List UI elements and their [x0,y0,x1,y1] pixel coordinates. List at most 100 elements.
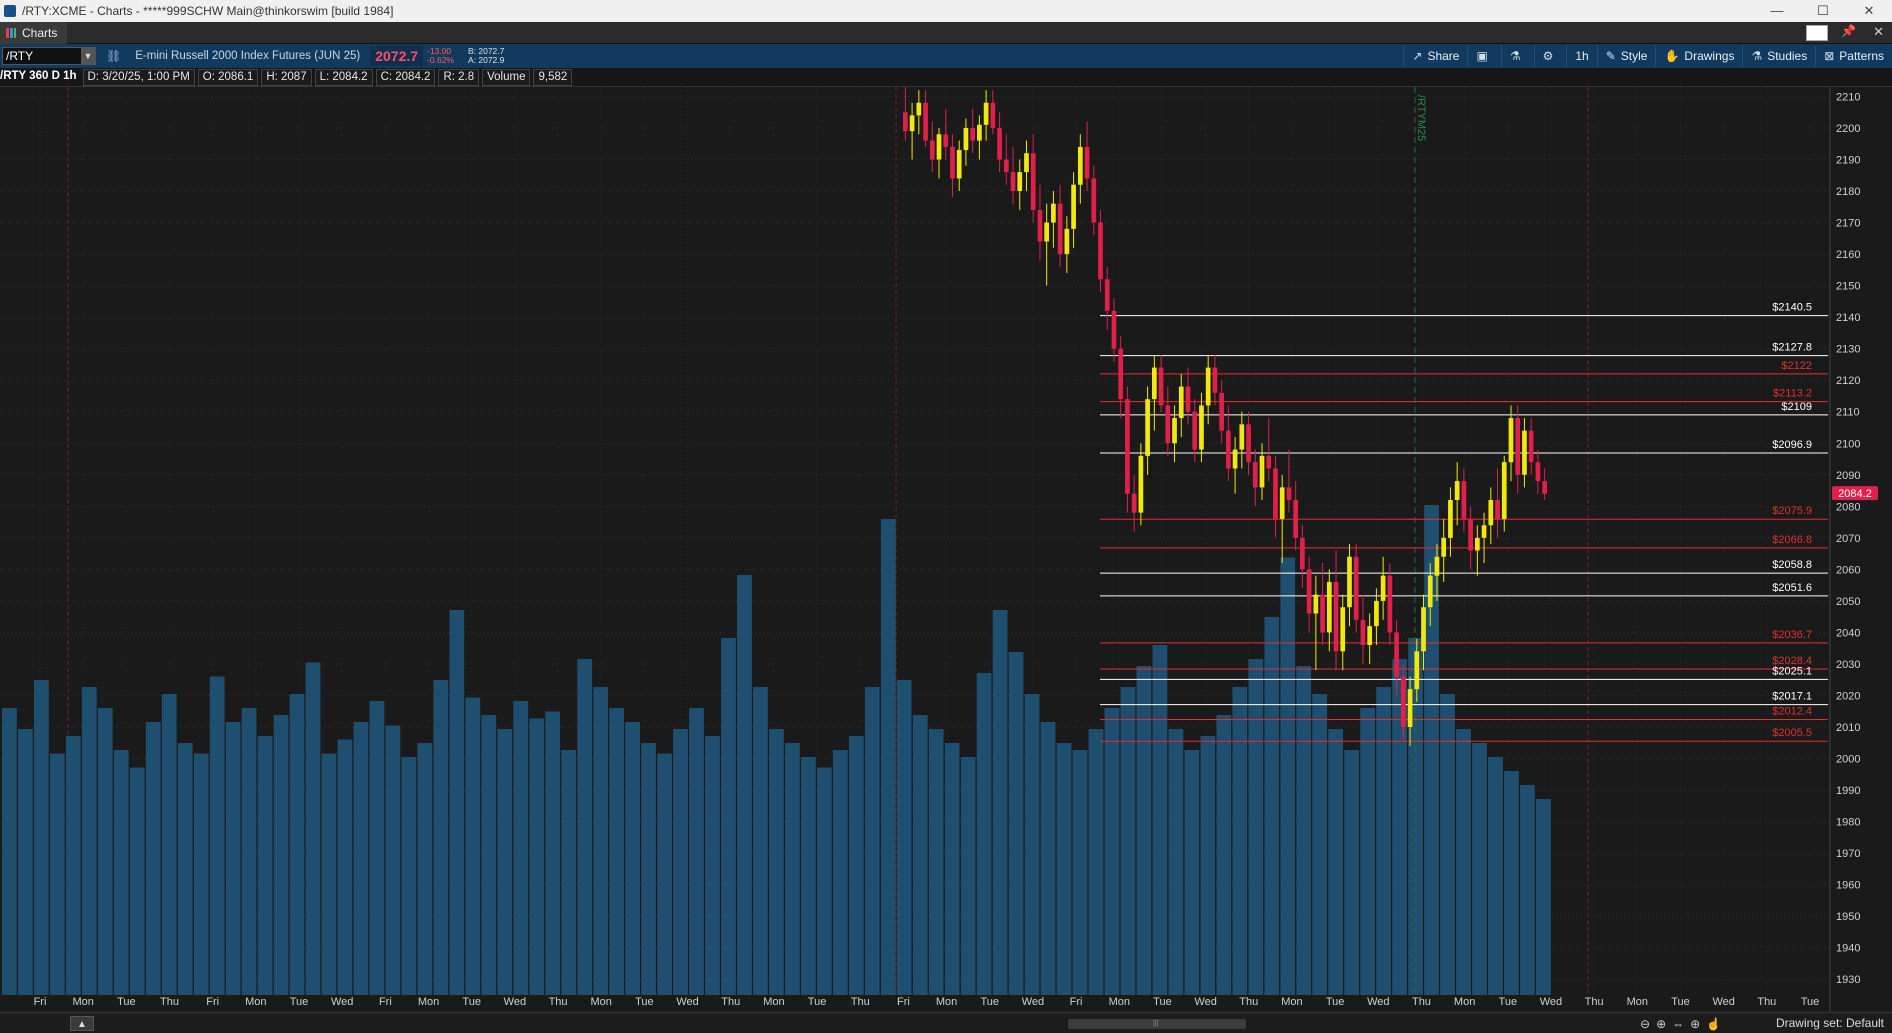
drawing-set-label: Drawing set: Default [1775,1016,1884,1030]
volume-bar [657,753,672,995]
volume-bar [145,722,161,995]
volume-bar [976,673,992,995]
drawings-button[interactable]: ✋ Drawings [1655,45,1742,67]
date-tick-label: Fri [897,996,910,1008]
patterns-button[interactable]: ⊠ Patterns [1815,45,1892,67]
candle-body [1071,184,1076,229]
layout-box-icon[interactable] [1806,25,1828,41]
volume-bar [992,610,1008,995]
snapshot-button[interactable]: ▣ [1467,45,1500,67]
candle-body [1421,607,1426,652]
patterns-icon: ⊠ [1824,49,1835,63]
volume-bar [1248,659,1264,995]
date-tick-label: Tue [1499,996,1518,1008]
date-tick-label: Thu [721,996,740,1008]
chevron-down-icon[interactable]: ▼ [81,48,95,64]
settings-button[interactable]: ⚙ [1533,45,1567,67]
volume-bar [1344,750,1360,995]
pin-icon[interactable]: 📌 [1841,24,1856,38]
price-chart[interactable]: 2210 2200 2190 2180 2170 2160 2150 2140 2130 2120… [0,87,1892,1012]
volume-bar [1360,708,1376,995]
style-button[interactable]: ✎ Style [1596,45,1656,67]
price-tick-label: 1960 [1836,880,1860,892]
candle-body [1394,632,1399,677]
volume-bar [769,729,784,995]
chart-bars-icon [6,28,16,38]
date-tick-label: Wed [504,996,526,1008]
timeframe-button[interactable]: 1h [1566,45,1596,67]
candle-body [1407,689,1413,728]
volume-bar [433,680,449,995]
symbol-value: /RTY [6,49,34,63]
volume-bar [1056,743,1072,995]
volume-bar [561,750,577,995]
horizontal-scrollbar[interactable]: ||| [1068,1019,1246,1029]
price-level-label: $2036.7 [1772,629,1812,641]
volume-bar [816,767,832,995]
candle-body [1226,430,1231,469]
candle-body [1252,462,1258,488]
price-level-label: $2075.9 [1772,505,1812,517]
candle-body [1387,575,1393,633]
studies-flask-icon: ⚗ [1751,49,1763,63]
price-change: -13.00 -0.62% [427,47,454,65]
close-icon[interactable]: ✕ [1873,24,1884,40]
volume-bar [2,708,17,995]
price-tick-label: 2210 [1836,91,1860,103]
minimize-button[interactable]: — [1754,0,1800,22]
volume-bar [1216,715,1232,995]
candle-body [1199,405,1204,450]
price-tick-label: 2160 [1836,249,1860,261]
date-tick-label: Tue [290,996,309,1008]
close-window-button[interactable]: ✕ [1846,0,1892,22]
volume-bar [1200,736,1216,995]
candle-body [1145,399,1150,456]
hand-cursor-icon[interactable]: ☝ [1706,1017,1721,1031]
candle-body [1077,146,1083,185]
date-tick-label: Thu [851,996,870,1008]
candle-body [1010,172,1016,192]
studies-label: Studies [1767,49,1808,63]
tab-charts[interactable]: Charts [0,22,68,44]
date-tick-label: Mon [1454,996,1475,1008]
thinkorswim-logo-icon [4,5,16,17]
share-button[interactable]: ↗ Share [1403,45,1467,67]
candle-body [1306,569,1312,614]
collapse-up-icon[interactable]: ▲ [70,1016,94,1031]
zoom-out-icon[interactable]: ⊖ [1640,1017,1650,1031]
candle-body [1192,411,1198,450]
link-icon[interactable]: ⛓ [106,49,121,63]
candle-body [1273,468,1278,519]
tab-bar: Charts 📌 ✕ [0,22,1892,44]
studies-button[interactable]: ⚗ Studies [1742,45,1815,67]
volume-bar [1488,757,1503,995]
volume-bar [177,743,193,995]
date-tick-label: Mon [936,996,957,1008]
candle-body [1044,222,1050,242]
price-level-label: $2122 [1781,360,1812,372]
volume-bar [289,694,305,995]
zoom-in-icon[interactable]: ⊕ [1656,1017,1666,1031]
date-tick-label: Mon [1109,996,1130,1008]
flask-button[interactable]: ⚗ [1500,45,1534,67]
camera-icon: ▣ [1476,49,1488,63]
maximize-button[interactable]: ☐ [1800,0,1846,22]
price-tick-label: 2170 [1836,218,1860,230]
volume-bar [753,687,768,995]
volume-bar [1440,694,1455,995]
expiry-label: /RTYM25 [1415,95,1427,141]
symbol-input[interactable]: /RTY ▼ [2,47,96,65]
candle-body [1481,525,1487,538]
volume-bar [832,750,848,995]
candle-body [1528,430,1534,463]
candle-body [1461,481,1467,519]
candle-body [1374,600,1379,627]
date-tick-label: Tue [1153,996,1172,1008]
price-tick-label: 2190 [1836,155,1860,167]
volume-bar [97,708,113,995]
crosshair-icon[interactable]: ⊕ [1690,1017,1700,1031]
pan-horizontal-icon[interactable]: ⇔ [1672,1017,1684,1031]
date-tick-label: Thu [160,996,179,1008]
candle-body [1333,581,1339,652]
volume-bar [49,753,65,995]
